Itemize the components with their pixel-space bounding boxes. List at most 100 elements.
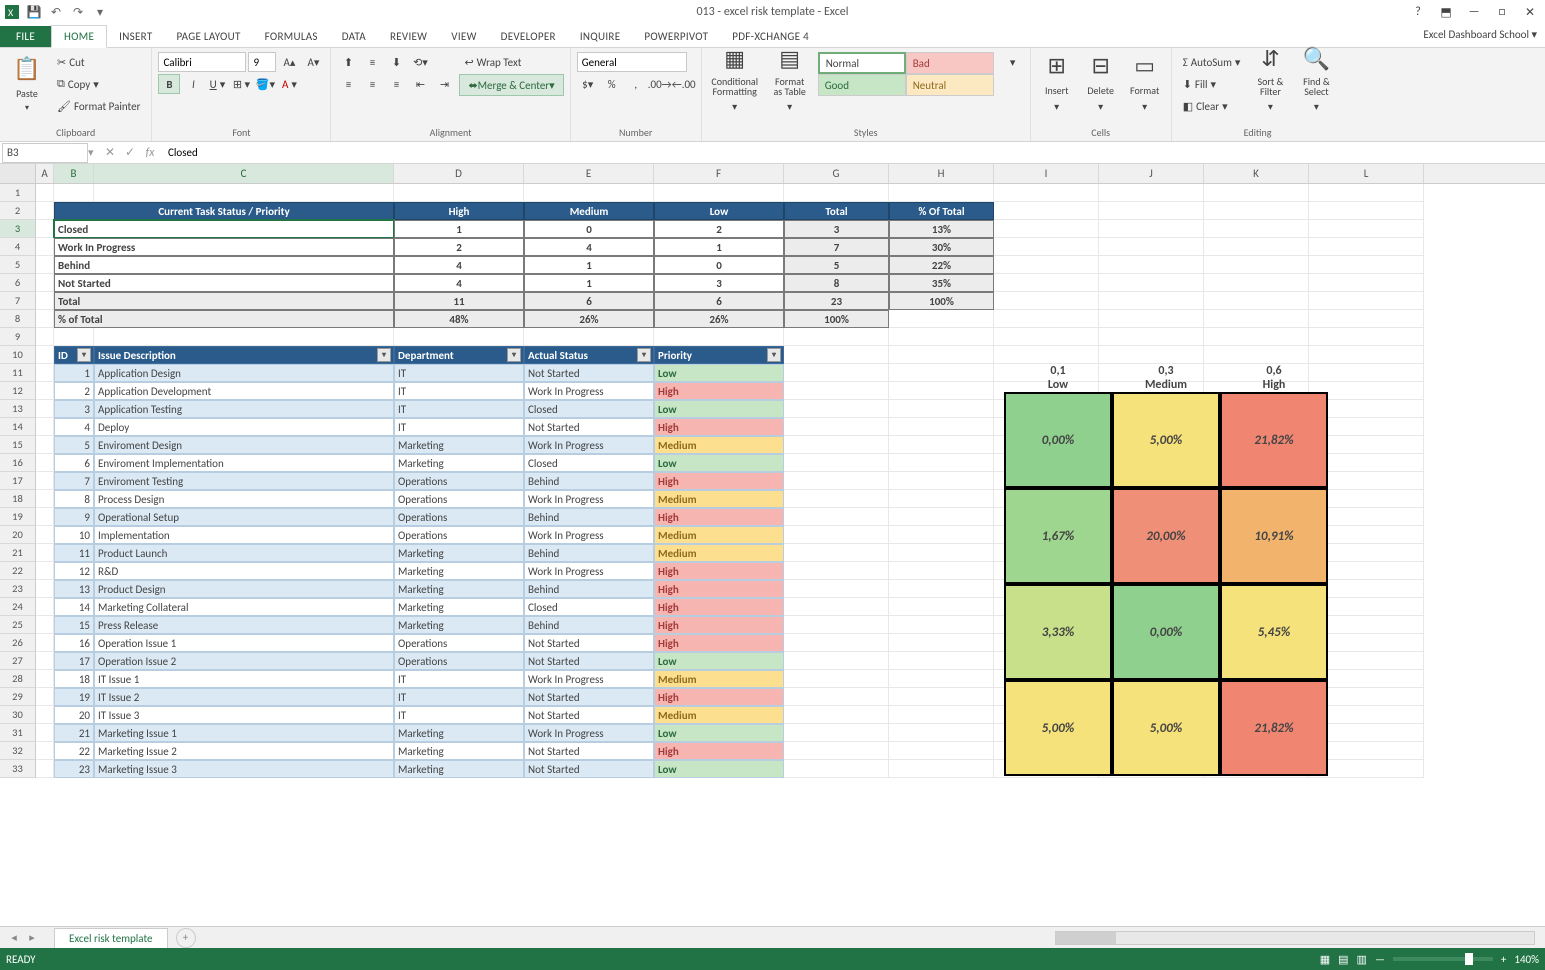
row-header[interactable]: 4 — [0, 238, 36, 256]
cell[interactable]: 14 — [54, 598, 94, 616]
row-header[interactable]: 6 — [0, 274, 36, 292]
cell[interactable] — [36, 202, 54, 220]
cell[interactable]: 6 — [54, 454, 94, 472]
add-sheet-button[interactable]: + — [176, 928, 196, 948]
cell[interactable] — [784, 724, 889, 742]
cell[interactable]: Application Design — [94, 364, 394, 382]
cell[interactable] — [36, 256, 54, 274]
row-header[interactable]: 24 — [0, 598, 36, 616]
col-header-E[interactable]: E — [524, 164, 654, 183]
zoom-in-icon[interactable]: + — [1501, 953, 1506, 966]
cell[interactable] — [994, 310, 1099, 328]
cell[interactable]: Total — [54, 292, 394, 310]
cell[interactable] — [36, 616, 54, 634]
sheet-nav-first-icon[interactable]: ◂ — [6, 931, 22, 944]
close-icon[interactable]: ✕ — [1519, 3, 1541, 21]
cell[interactable] — [1309, 184, 1424, 202]
col-header-G[interactable]: G — [784, 164, 889, 183]
indent-inc-button[interactable]: ⇥ — [433, 74, 455, 94]
cell-styles[interactable]: Normal Bad Good Neutral — [818, 52, 998, 96]
cell[interactable] — [36, 418, 54, 436]
cell[interactable]: Low — [654, 202, 784, 220]
cell[interactable]: Priority▾ — [654, 346, 784, 364]
cell[interactable]: Work In Progress — [524, 562, 654, 580]
cell[interactable]: IT — [394, 382, 524, 400]
cell[interactable] — [36, 508, 54, 526]
cut-button[interactable]: ✂Cut — [52, 52, 145, 72]
cell[interactable]: IT — [394, 688, 524, 706]
cell[interactable] — [784, 454, 889, 472]
cell[interactable] — [36, 328, 54, 346]
cell[interactable]: 26% — [654, 310, 784, 328]
percent-button[interactable]: % — [601, 74, 623, 94]
fill-color-button[interactable]: 🪣▾ — [254, 74, 276, 94]
account-label[interactable]: Excel Dashboard School ▾ — [1423, 28, 1537, 41]
cell[interactable]: Marketing — [394, 580, 524, 598]
cell[interactable] — [36, 436, 54, 454]
cell[interactable] — [889, 382, 994, 400]
cell[interactable] — [1309, 328, 1424, 346]
cell[interactable]: Closed — [54, 220, 394, 238]
row-header[interactable]: 33 — [0, 760, 36, 778]
zoom-level[interactable]: 140% — [1514, 953, 1539, 966]
row-header[interactable]: 21 — [0, 544, 36, 562]
cell[interactable]: 12 — [54, 562, 94, 580]
indent-dec-button[interactable]: ⇤ — [409, 74, 431, 94]
row-header[interactable]: 3 — [0, 220, 36, 238]
cell[interactable]: 4 — [394, 274, 524, 292]
cell[interactable]: 1 — [524, 256, 654, 274]
tab-pagelayout[interactable]: PAGE LAYOUT — [164, 26, 252, 47]
cell[interactable]: IT — [394, 400, 524, 418]
cell[interactable] — [36, 346, 54, 364]
cell[interactable] — [889, 616, 994, 634]
cell[interactable] — [36, 490, 54, 508]
cell[interactable] — [1099, 256, 1204, 274]
cell[interactable]: High — [654, 598, 784, 616]
cell[interactable]: 23 — [784, 292, 889, 310]
cell[interactable] — [524, 184, 654, 202]
cell[interactable]: 18 — [54, 670, 94, 688]
cell[interactable]: Not Started — [524, 688, 654, 706]
cell[interactable]: Behind — [524, 508, 654, 526]
insert-button[interactable]: ⊞Insert▾ — [1037, 52, 1077, 114]
cell[interactable]: 3 — [654, 274, 784, 292]
row-header[interactable]: 20 — [0, 526, 36, 544]
row-header[interactable]: 30 — [0, 706, 36, 724]
filter-dropdown-icon[interactable]: ▾ — [637, 348, 651, 362]
cell[interactable]: % of Total — [54, 310, 394, 328]
cell[interactable]: 4 — [524, 238, 654, 256]
cell[interactable]: Marketing — [394, 544, 524, 562]
cell[interactable] — [784, 490, 889, 508]
cell[interactable]: Marketing — [394, 562, 524, 580]
cell[interactable]: Not Started — [524, 742, 654, 760]
tab-file[interactable]: FILE — [0, 26, 51, 47]
col-header-J[interactable]: J — [1099, 164, 1204, 183]
cell[interactable] — [36, 652, 54, 670]
cell[interactable]: Work In Progress — [524, 724, 654, 742]
cell[interactable]: 1 — [394, 220, 524, 238]
row-header[interactable]: 23 — [0, 580, 36, 598]
cell[interactable] — [994, 256, 1099, 274]
cell[interactable]: High — [654, 580, 784, 598]
cell[interactable]: 35% — [889, 274, 994, 292]
filter-dropdown-icon[interactable]: ▾ — [507, 348, 521, 362]
cell[interactable]: Total — [784, 202, 889, 220]
cell[interactable] — [784, 652, 889, 670]
cell[interactable] — [784, 688, 889, 706]
cell[interactable]: 4 — [54, 418, 94, 436]
format-painter-button[interactable]: 🖌Format Painter — [52, 96, 145, 116]
cell[interactable] — [1099, 346, 1204, 364]
underline-button[interactable]: U ▾ — [206, 74, 228, 94]
cell[interactable] — [889, 508, 994, 526]
cell[interactable]: Behind — [54, 256, 394, 274]
row-header[interactable]: 12 — [0, 382, 36, 400]
ribbon-options-icon[interactable]: ⬒ — [1435, 3, 1457, 21]
cell[interactable] — [1309, 292, 1424, 310]
cell[interactable]: 100% — [889, 292, 994, 310]
font-name-input[interactable] — [158, 52, 246, 72]
horizontal-scrollbar[interactable] — [196, 931, 1545, 945]
row-header[interactable]: 25 — [0, 616, 36, 634]
style-bad[interactable]: Bad — [906, 52, 994, 74]
cell[interactable] — [1309, 310, 1424, 328]
cell[interactable] — [889, 724, 994, 742]
